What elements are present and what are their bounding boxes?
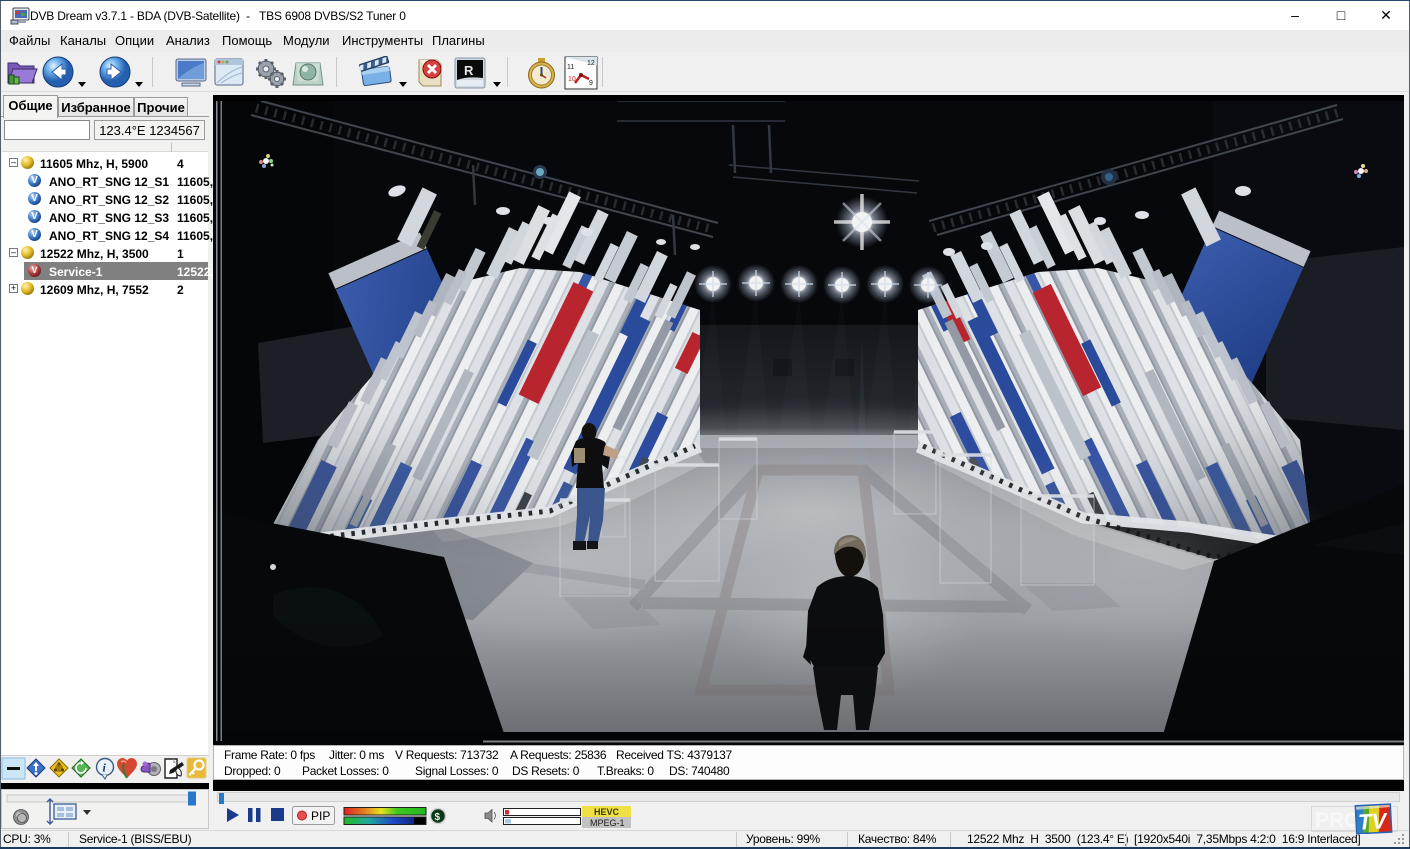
svg-text:9: 9: [589, 80, 593, 87]
svg-text:R: R: [464, 63, 474, 78]
svg-text:$: $: [435, 812, 441, 823]
svg-text:11: 11: [567, 64, 574, 71]
svg-text:TV: TV: [1357, 808, 1389, 834]
svg-text:12: 12: [587, 60, 595, 67]
svg-text:PRO: PRO: [1315, 809, 1361, 832]
svg-text:PIP: PIP: [311, 809, 330, 823]
svg-text:HEVC: HEVC: [594, 807, 620, 817]
svg-text:MPEG-1: MPEG-1: [590, 818, 625, 828]
